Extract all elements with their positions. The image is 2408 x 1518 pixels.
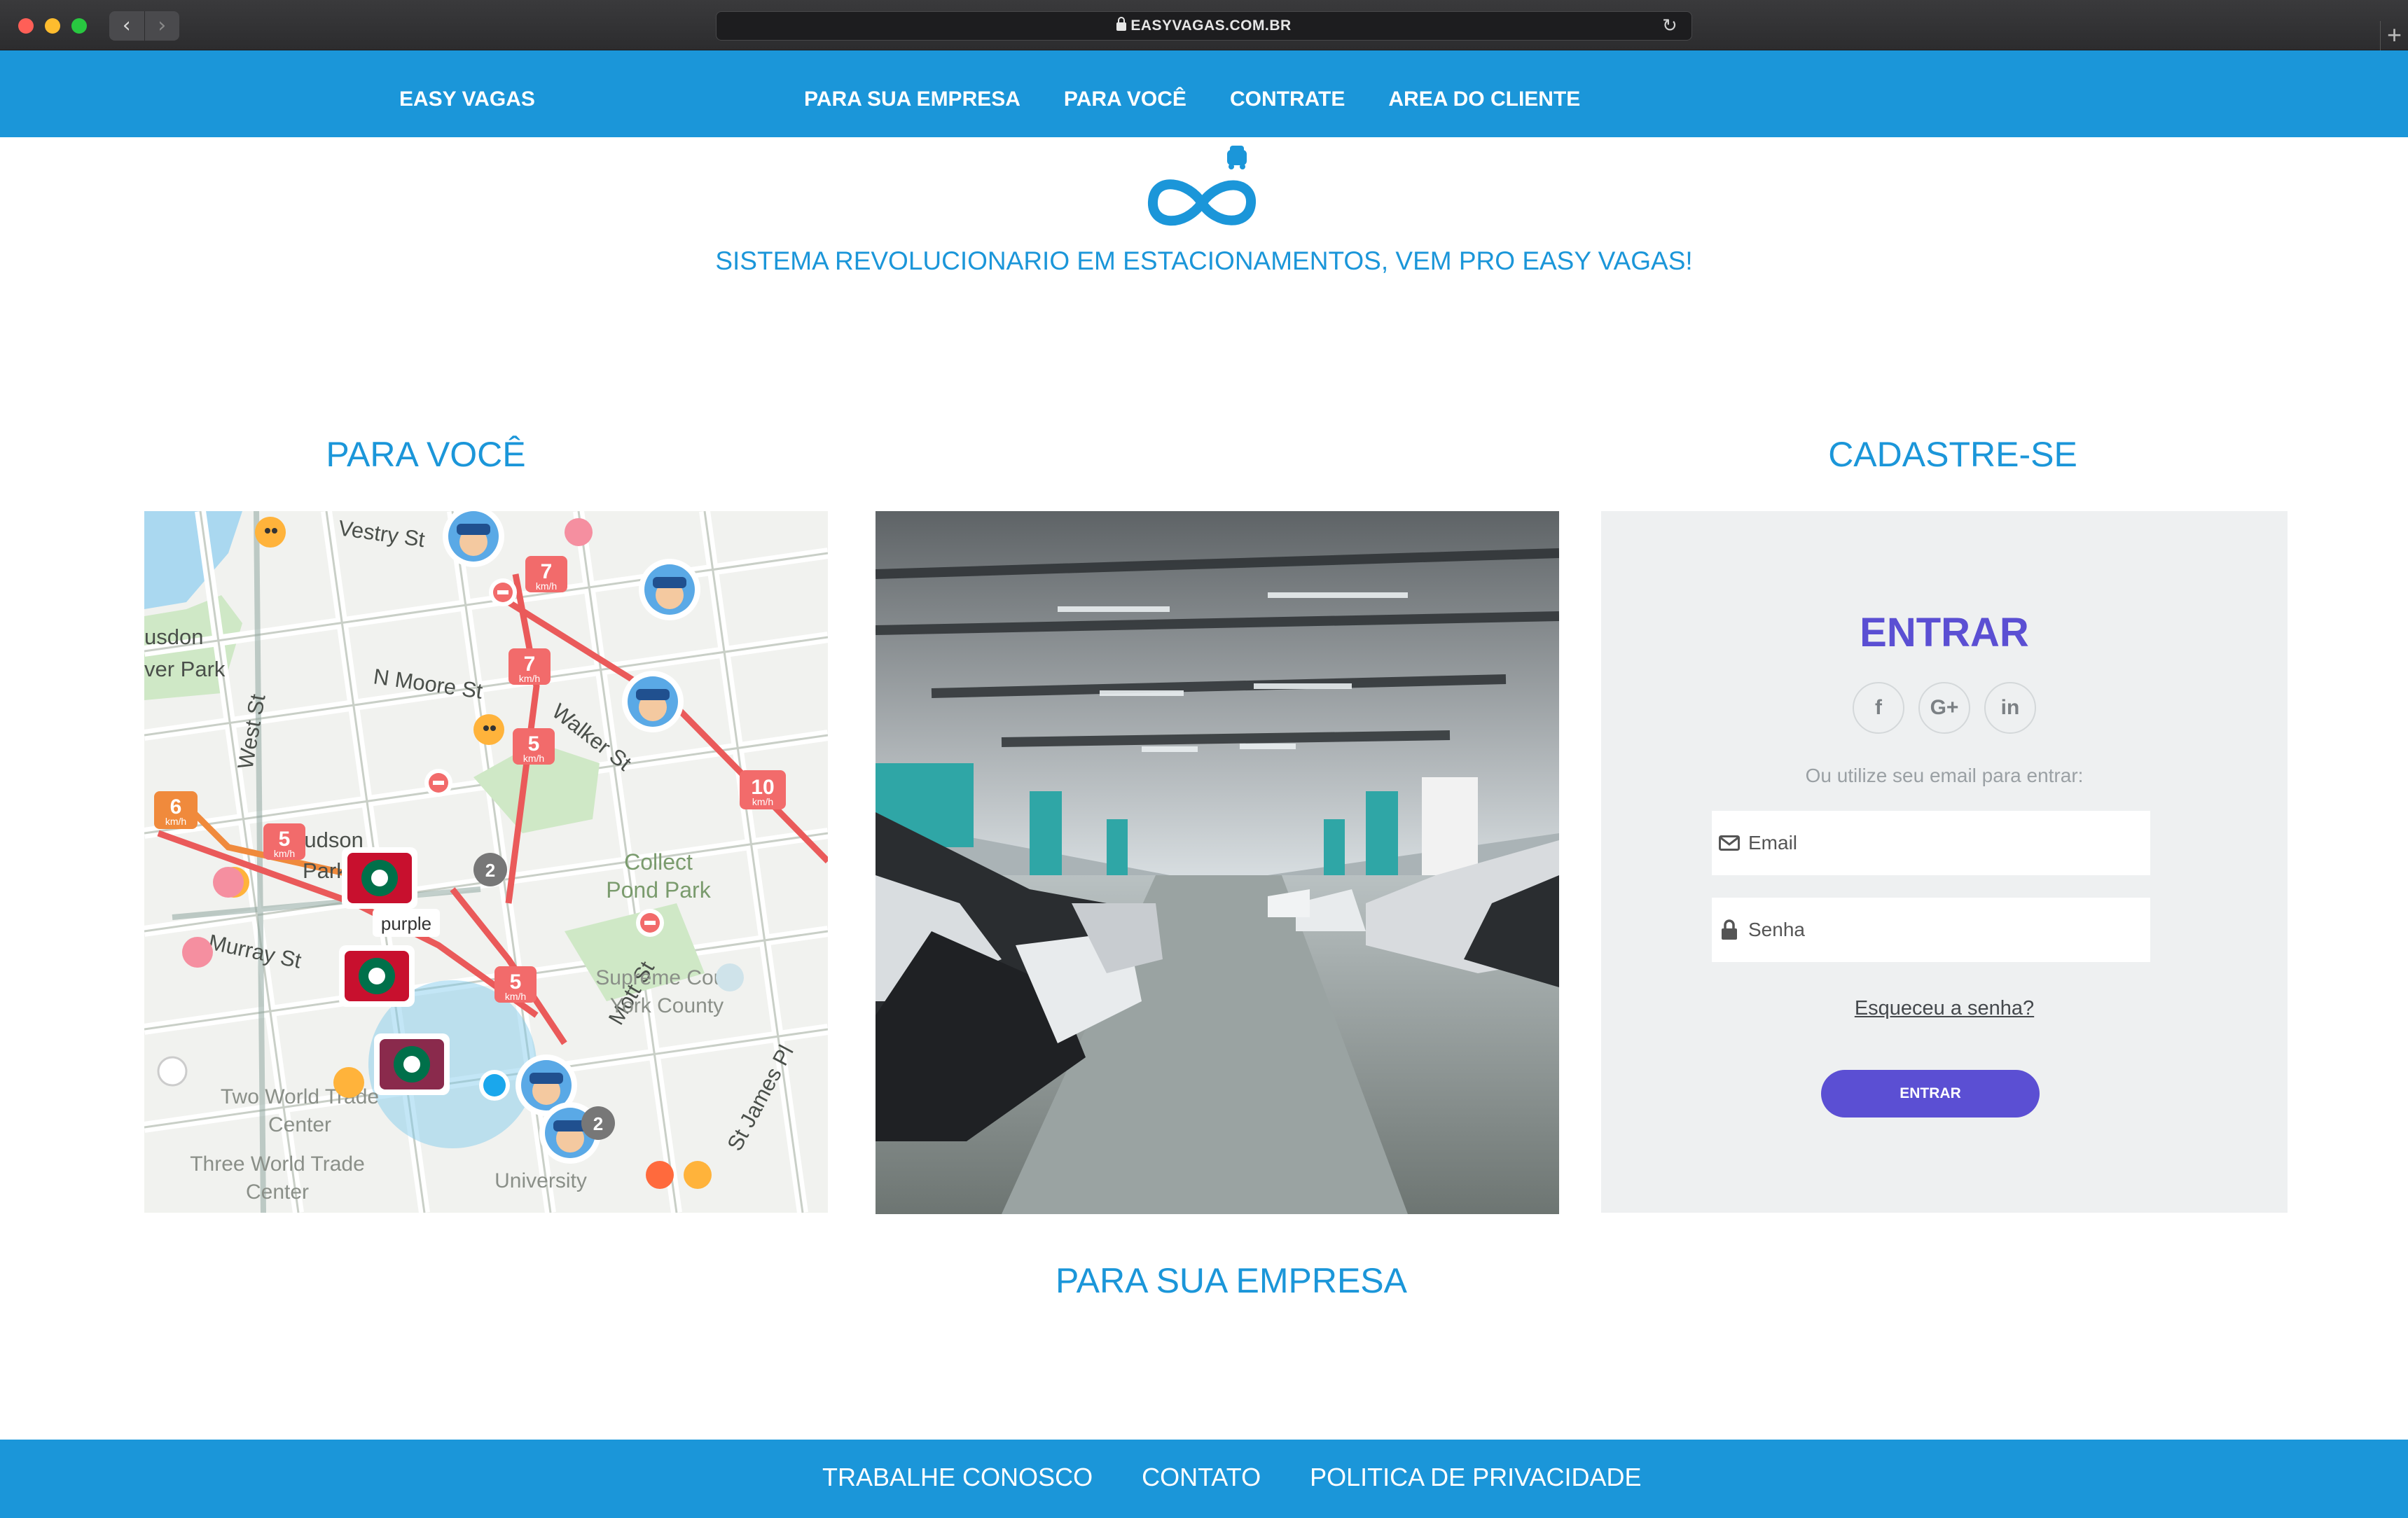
svg-text:km/h: km/h [536, 580, 557, 592]
traffic-map-image: Vestry St N Moore St Walker St West St M… [144, 511, 828, 1213]
email-field-wrap [1712, 811, 2150, 875]
map-label-ver-park: ver Park [144, 657, 226, 681]
map-label-three-world-trade: Three World Trade [190, 1153, 365, 1176]
map-label-pond-park: Pond Park [606, 877, 711, 903]
svg-text:2: 2 [593, 1113, 603, 1134]
wazer-marker [333, 1067, 364, 1098]
police-marker [622, 671, 684, 732]
footer-link-politica-de-privacidade[interactable]: POLITICA DE PRIVACIDADE [1310, 1440, 1641, 1515]
starbucks-marker [342, 847, 417, 909]
wazer-marker [684, 1161, 712, 1189]
login-panel: ENTRAR f G+ in Ou utilize seu email para… [1601, 511, 2288, 1213]
site-header: EASY VAGAS PARA SUA EMPRESA PARA VOCÊ CO… [0, 50, 2408, 137]
speed-badge: 7 km/h [508, 648, 551, 685]
speed-badge: 5 km/h [494, 966, 537, 1003]
svg-text:km/h: km/h [505, 991, 526, 1002]
password-input[interactable] [1748, 919, 2112, 941]
police-marker [639, 559, 700, 620]
lock-icon [1116, 17, 1127, 31]
map-label-collect: Collect [624, 849, 693, 875]
back-button[interactable]: ‹ [109, 11, 144, 41]
hazard-marker [424, 769, 452, 797]
password-field-wrap [1712, 898, 2150, 962]
email-input[interactable] [1748, 832, 2112, 854]
speed-badge: 10 km/h [740, 770, 786, 809]
reload-icon[interactable]: ↻ [1662, 16, 1682, 36]
minimize-window-button[interactable] [45, 18, 60, 34]
google-plus-icon[interactable]: G+ [1918, 682, 1970, 734]
parking-garage-photo [876, 511, 1559, 1214]
svg-text:km/h: km/h [519, 673, 540, 684]
login-title: ENTRAR [1860, 610, 2029, 655]
easy-vagas-infinity-logo [1148, 146, 1256, 226]
map-label-university: University [494, 1169, 587, 1192]
speed-badge: 6 km/h [154, 791, 198, 829]
map-label-york-county: York County [610, 994, 724, 1017]
wazer-marker [646, 1161, 674, 1189]
nav-contrate[interactable]: CONTRATE [1230, 50, 1345, 148]
section-title-para-sua-empresa: PARA SUA EMPRESA [1055, 1261, 1408, 1300]
count-badge: 2 [473, 853, 507, 886]
svg-text:2: 2 [485, 860, 495, 881]
speed-badge: 5 km/h [513, 728, 555, 765]
forward-button[interactable]: › [144, 11, 180, 41]
new-tab-button[interactable]: + [2380, 21, 2408, 50]
nav-para-voce[interactable]: PARA VOCÊ [1064, 50, 1186, 148]
brand-logo-text[interactable]: EASY VAGAS [399, 50, 535, 148]
url-text: EASYVAGAS.COM.BR [1130, 18, 1292, 34]
hazard-marker [636, 909, 664, 937]
svg-text:km/h: km/h [274, 848, 295, 859]
nav-para-sua-empresa[interactable]: PARA SUA EMPRESA [804, 50, 1020, 148]
login-subtitle: Ou utilize seu email para entrar: [1805, 765, 2084, 786]
wazer-marker [213, 867, 244, 898]
wazer-marker [716, 963, 744, 991]
map-label-usdon: usdon [144, 625, 203, 649]
starbucks-marker [374, 1033, 450, 1095]
svg-text:purple: purple [381, 913, 431, 934]
hero-tagline: SISTEMA REVOLUCIONARIO EM ESTACIONAMENTO… [715, 246, 1693, 275]
hazard-marker [489, 578, 517, 606]
footer-link-contato[interactable]: CONTATO [1142, 1440, 1261, 1515]
history-buttons: ‹ › [109, 11, 179, 41]
social-login-buttons: f G+ in [1601, 682, 2288, 734]
speed-badge: 5 km/h [263, 823, 305, 860]
site-footer: TRABALHE CONOSCO CONTATO POLITICA DE PRI… [0, 1440, 2408, 1518]
lock-icon [1717, 918, 1741, 942]
main-nav: PARA SUA EMPRESA PARA VOCÊ CONTRATE AREA… [804, 50, 1580, 148]
map-label-park: Park [303, 858, 347, 883]
nav-area-do-cliente[interactable]: AREA DO CLIENTE [1388, 50, 1580, 148]
svg-text:km/h: km/h [752, 796, 773, 807]
envelope-icon [1717, 831, 1741, 855]
close-window-button[interactable] [18, 18, 34, 34]
wazer-marker [255, 517, 286, 548]
facebook-icon[interactable]: f [1853, 682, 1904, 734]
section-title-cadastre-se: CADASTRE-SE [1828, 435, 2077, 474]
wazer-marker [565, 518, 593, 546]
wazer-marker [182, 937, 213, 968]
svg-text:km/h: km/h [165, 816, 186, 827]
zoom-window-button[interactable] [71, 18, 87, 34]
footer-link-trabalhe-conosco[interactable]: TRABALHE CONOSCO [822, 1440, 1093, 1515]
map-label-center-1: Center [268, 1113, 331, 1136]
starbucks-marker [339, 945, 415, 1007]
footer-links: TRABALHE CONOSCO CONTATO POLITICA DE PRI… [822, 1440, 1642, 1515]
login-button[interactable]: ENTRAR [1821, 1070, 2040, 1117]
speed-badge: 7 km/h [525, 556, 567, 592]
address-bar[interactable]: EASYVAGAS.COM.BR ↻ [716, 11, 1692, 41]
address-text-wrap: EASYVAGAS.COM.BR [717, 12, 1691, 40]
map-label-center-2: Center [246, 1181, 309, 1204]
forgot-password-link[interactable]: Esqueceu a senha? [1601, 997, 2288, 1020]
svg-text:km/h: km/h [523, 753, 544, 764]
wazer-marker [473, 714, 504, 745]
purple-marker: purple [373, 909, 440, 937]
wazer-marker [157, 1056, 188, 1087]
browser-toolbar: ‹ › EASYVAGAS.COM.BR ↻ + [0, 0, 2408, 50]
section-title-para-voce: PARA VOCÊ [326, 435, 526, 474]
linkedin-icon[interactable]: in [1984, 682, 2036, 734]
count-badge: 2 [581, 1106, 615, 1140]
